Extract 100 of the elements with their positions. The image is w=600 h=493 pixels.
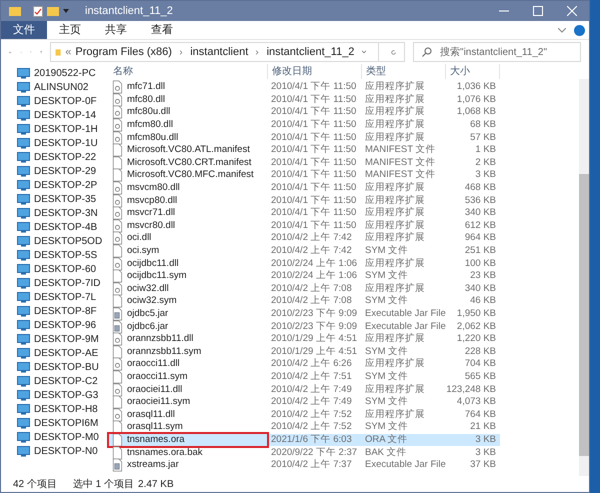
computer-item[interactable]: 20190522-PC <box>17 66 102 80</box>
computer-icon <box>17 138 30 148</box>
refresh-icon[interactable] <box>390 48 396 56</box>
chevron-right-icon[interactable] <box>256 48 259 56</box>
size-cell-text: 1,068 KB <box>456 106 497 118</box>
computer-item[interactable]: DESKTOP-8F <box>17 304 102 318</box>
file-name-cell: tnsnames.ora.bak <box>109 446 267 459</box>
type-cell-text: 应用程序扩展 <box>364 258 426 270</box>
computer-item[interactable]: DESKTOP-4B <box>17 220 102 234</box>
computer-item[interactable]: DESKTOP-35 <box>17 192 102 206</box>
computer-item[interactable]: DESKTOP-BU <box>17 360 102 374</box>
computer-item[interactable]: DESKTOP-M0 <box>17 430 102 444</box>
dropdown-icon[interactable] <box>63 9 69 13</box>
address-field[interactable]: « Program Files (x86) instantclient instantclient_11_2 <box>50 42 406 62</box>
breadcrumb[interactable]: instantclient_11_2 <box>266 44 354 60</box>
file-row[interactable]: oraociei11.sym 2010/4/2 上午 7:49 SYM 文件 4,073 KB <box>109 396 500 408</box>
file-row[interactable]: ojdbc6.jar 2010/2/23 下午 9:09 Executable Jar File 2,062 KB <box>109 320 500 333</box>
file-row[interactable]: Microsoft.VC80.CRT.manifest 2010/4/1 下午 11:50 MANIFEST 文件 2 KB <box>109 156 500 170</box>
file-name-cell: mfcm80.dll <box>109 118 267 132</box>
search-field[interactable]: 搜索"instantclient_11_2" <box>413 42 582 62</box>
file-row[interactable]: mfc71.dll 2010/4/1 下午 11:50 应用程序扩展 1,036 KB <box>109 81 500 94</box>
file-row[interactable]: mfc80u.dll 2010/4/1 下午 11:50 应用程序扩展 1,068 KB <box>109 106 500 119</box>
computer-item[interactable]: DESKTOP-14 <box>17 108 102 122</box>
file-row[interactable]: msvcr80.dll 2010/4/1 下午 11:50 应用程序扩展 612 KB <box>109 220 500 232</box>
computer-item[interactable]: DESKTOP-96 <box>17 318 102 332</box>
computer-item[interactable]: DESKTOP-2P <box>17 178 102 192</box>
file-row[interactable]: tnsnames.ora.bak 2020/9/22 下午 2:37 BAK 文件 3 KB <box>109 446 500 459</box>
file-row[interactable]: Microsoft.VC80.MFC.manifest 2010/4/1 下午 11:50 MANIFEST 文件 3 KB <box>109 169 500 182</box>
computer-item[interactable]: DESKTOP-H8 <box>17 402 102 416</box>
file-row[interactable]: msvcr71.dll 2010/4/1 下午 11:50 应用程序扩展 340 KB <box>109 206 500 220</box>
file-row[interactable]: msvcp80.dll 2010/4/1 下午 11:50 应用程序扩展 536 KB <box>109 194 500 207</box>
computer-item[interactable]: DESKTOP5OD <box>17 234 102 248</box>
computer-item[interactable]: DESKTOP-3N <box>17 206 102 220</box>
file-row[interactable]: oraocci11.dll 2010/4/2 上午 6:26 应用程序扩展 704 KB <box>109 358 500 371</box>
file-row[interactable]: ojdbc5.jar 2010/2/23 下午 9:09 Executable Jar File 1,950 KB <box>109 308 500 320</box>
computer-item[interactable]: DESKTOP-9M <box>17 332 102 346</box>
file-row[interactable]: oci.sym 2010/4/2 上午 7:42 SYM 文件 251 KB <box>109 244 500 258</box>
size-cell-text: 764 KB <box>464 408 497 421</box>
file-row[interactable]: oraociei11.dll 2010/4/2 上午 7:49 应用程序扩展 123,248 KB <box>109 383 500 396</box>
ribbon-tab[interactable]: 文件 <box>1 21 47 39</box>
computer-item[interactable]: DESKTOP-29 <box>17 164 102 178</box>
computer-icon <box>17 82 30 92</box>
computer-item[interactable]: DESKTOP-7ID <box>17 276 102 290</box>
ribbon-tab[interactable]: 主页 <box>47 21 93 39</box>
ribbon-tab[interactable]: 共享 <box>93 21 139 39</box>
file-row[interactable]: xstreams.jar 2010/4/2 上午 7:37 Executable Jar File 37 KB <box>109 458 500 472</box>
computer-item[interactable]: DESKTOP-22 <box>17 150 102 164</box>
close-icon[interactable] <box>567 6 577 16</box>
computer-item[interactable]: DESKTOPI6M <box>17 416 102 430</box>
breadcrumb-overflow[interactable]: « <box>65 44 72 60</box>
computer-item[interactable]: DESKTOP-1H <box>17 122 102 136</box>
computer-item[interactable]: DESKTOP-AE <box>17 346 102 360</box>
caret-icon[interactable] <box>362 50 366 54</box>
document-icon <box>111 370 123 384</box>
computer-item[interactable]: DESKTOP-1U <box>17 136 102 150</box>
column-header[interactable]: 类型 <box>361 64 445 79</box>
breadcrumb[interactable]: instantclient <box>190 44 248 60</box>
file-row[interactable]: orasql11.sym 2010/4/2 上午 7:52 SYM 文件 21 KB <box>109 421 500 434</box>
type-cell-text: MANIFEST 文件 <box>364 169 436 182</box>
file-row[interactable]: orasql11.dll 2010/4/2 上午 7:52 应用程序扩展 764 KB <box>109 408 500 422</box>
file-row[interactable]: orannzsbb11.sym 2010/1/29 上午 4:51 SYM 文件 228 KB <box>109 345 500 358</box>
column-header[interactable]: 修改日期 <box>267 64 361 79</box>
file-row[interactable]: ociw32.dll 2010/4/2 上午 7:08 应用程序扩展 340 KB <box>109 282 500 296</box>
maximize-icon[interactable] <box>533 6 543 16</box>
file-row[interactable]: mfc80.dll 2010/4/1 下午 11:50 应用程序扩展 1,076 KB <box>109 94 500 106</box>
computer-item[interactable]: DESKTOP-C2 <box>17 374 102 388</box>
type-cell-text: MANIFEST 文件 <box>364 156 436 169</box>
column-header[interactable]: 名称 <box>109 64 267 79</box>
computer-item[interactable]: DESKTOP-5S <box>17 248 102 262</box>
computer-item[interactable]: ALINSUN02 <box>17 80 102 94</box>
computer-icon <box>17 124 30 134</box>
chevron-right-icon[interactable] <box>180 48 182 56</box>
computer-item[interactable]: DESKTOP-G3 <box>17 388 102 402</box>
file-row[interactable]: oraocci11.sym 2010/4/2 上午 7:51 SYM 文件 565 KB <box>109 370 500 384</box>
document-icon <box>111 432 123 447</box>
file-row[interactable]: Microsoft.VC80.ATL.manifest 2010/4/1 下午 11:50 MANIFEST 文件 1 KB <box>109 144 500 157</box>
file-name-cell: tnsnames.ora <box>109 434 267 446</box>
help-icon[interactable] <box>574 24 585 36</box>
breadcrumb[interactable]: Program Files (x86) <box>75 44 172 60</box>
size-cell-text: 536 KB <box>464 194 497 207</box>
file-row[interactable]: mfcm80u.dll 2010/4/1 下午 11:50 应用程序扩展 57 KB <box>109 131 500 144</box>
file-row[interactable]: tnsnames.ora 2021/1/6 下午 6:03 ORA 文件 3 KB <box>109 434 500 446</box>
file-row[interactable]: mfcm80.dll 2010/4/1 下午 11:50 应用程序扩展 68 KB <box>109 118 500 132</box>
file-row[interactable]: ocijdbc11.dll 2010/2/24 上午 1:06 应用程序扩展 100 KB <box>109 257 500 270</box>
computer-item[interactable]: DESKTOP-0F <box>17 94 102 108</box>
file-row[interactable]: oci.dll 2010/4/2 上午 7:42 应用程序扩展 964 KB <box>109 232 500 245</box>
type-cell-text: 应用程序扩展 <box>364 194 426 207</box>
computer-item[interactable]: DESKTOP-N0 <box>17 444 102 458</box>
ribbon-tab[interactable]: 查看 <box>139 21 185 39</box>
column-header[interactable]: 大小 <box>445 64 500 79</box>
size-cell-text: 3 KB <box>474 169 497 182</box>
file-row[interactable]: orannzsbb11.dll 2010/1/29 上午 4:51 应用程序扩展 1,220 KB <box>109 332 500 346</box>
computer-icon <box>17 194 30 204</box>
file-row[interactable]: msvcm80.dll 2010/4/1 下午 11:50 应用程序扩展 468 KB <box>109 182 500 194</box>
computer-item[interactable]: DESKTOP-7L <box>17 290 102 304</box>
computer-item[interactable]: DESKTOP-60 <box>17 262 102 276</box>
document-icon <box>111 156 123 170</box>
file-row[interactable]: ociw32.sym 2010/4/2 上午 7:08 SYM 文件 46 KB <box>109 295 500 308</box>
expand-ribbon-icon[interactable] <box>558 28 566 32</box>
file-row[interactable]: ocijdbc11.sym 2010/2/24 上午 1:06 SYM 文件 23 KB <box>109 270 500 282</box>
